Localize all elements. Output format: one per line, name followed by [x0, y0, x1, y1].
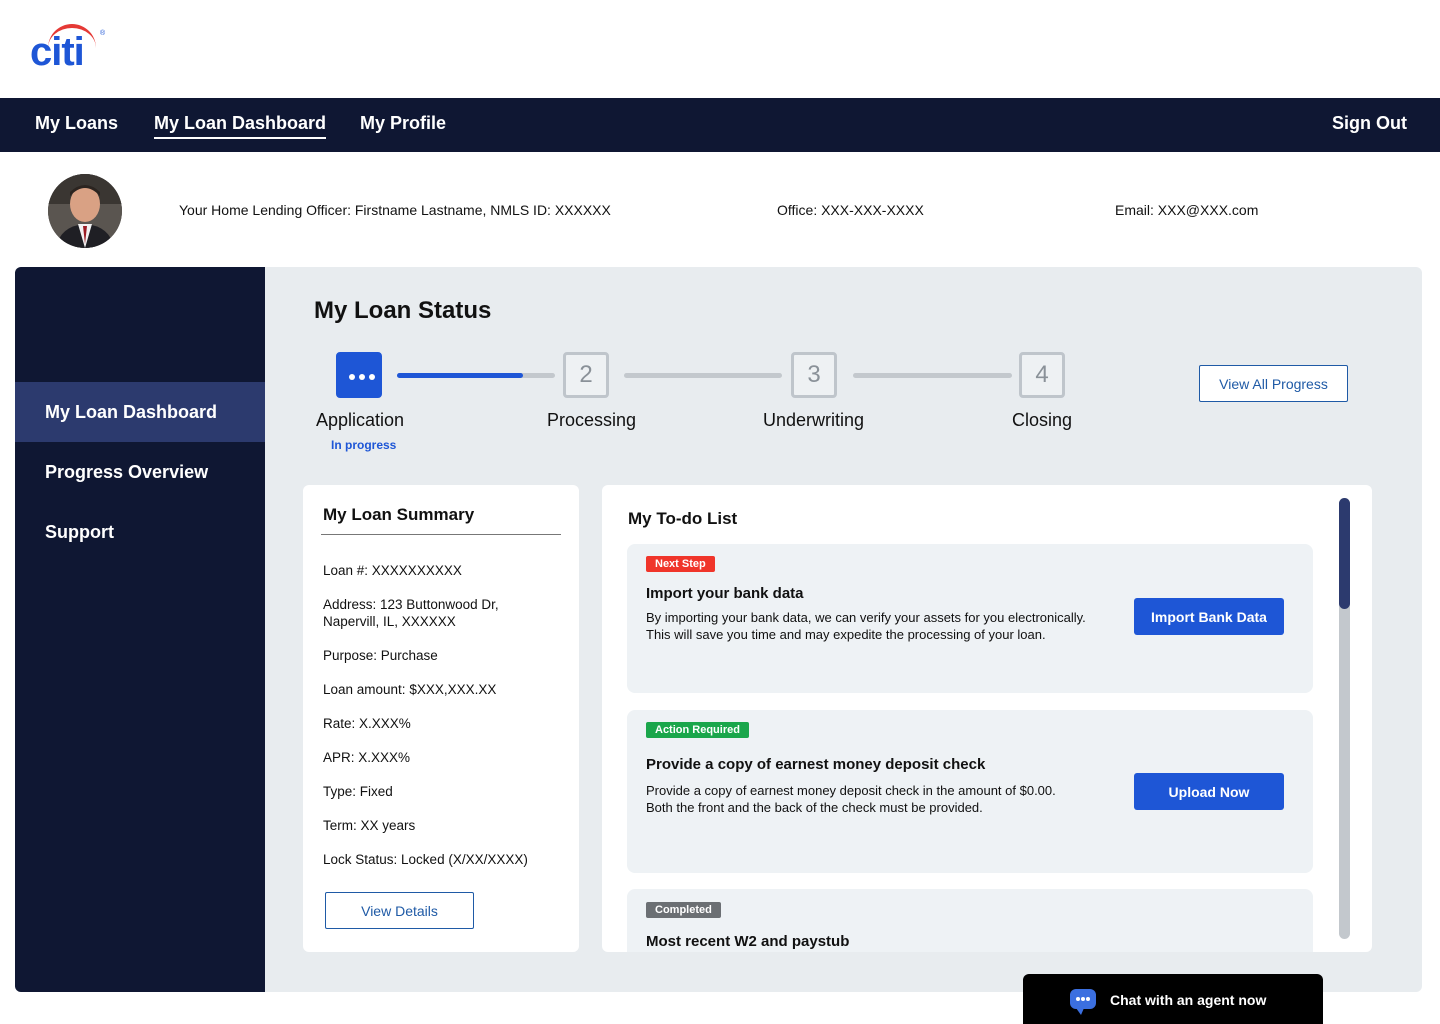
step-application-status: In progress — [331, 438, 397, 452]
task-title: Most recent W2 and paystub — [646, 933, 850, 950]
status-badge: Action Required — [646, 722, 749, 738]
sidebar-item-progress-overview[interactable]: Progress Overview — [15, 442, 265, 502]
citi-logo[interactable]: citi ® — [30, 24, 110, 74]
dashboard-panel: My Loan Dashboard Progress Overview Supp… — [15, 267, 1422, 992]
loan-address: Address: 123 Buttonwood Dr, Napervill, I… — [323, 597, 499, 629]
todo-list-card: My To-do List Next Step Import your bank… — [602, 485, 1372, 952]
nav-my-loans[interactable]: My Loans — [35, 113, 118, 134]
logo-text: citi — [30, 30, 85, 74]
loan-purpose: Purpose: Purchase — [323, 648, 438, 663]
sidebar-item-my-loan-dashboard[interactable]: My Loan Dashboard — [15, 382, 265, 442]
step-processing-box[interactable]: 2 — [563, 352, 609, 398]
step-closing-box[interactable]: 4 — [1019, 352, 1065, 398]
import-bank-data-button[interactable]: Import Bank Data — [1134, 598, 1284, 635]
sidebar: My Loan Dashboard Progress Overview Supp… — [15, 267, 265, 992]
nav-my-profile[interactable]: My Profile — [360, 113, 446, 134]
step-processing-label: Processing — [547, 410, 637, 430]
todo-scrollbar-thumb[interactable] — [1339, 498, 1350, 609]
application-progress-fill — [397, 373, 524, 378]
step-underwriting-box[interactable]: 3 — [791, 352, 837, 398]
todo-task-earnest-money: Action Required Provide a copy of earnes… — [627, 710, 1313, 873]
step-application-label: Application — [316, 410, 405, 430]
todo-task-w2-paystub: Completed Most recent W2 and paystub — [627, 889, 1313, 952]
officer-phone: Office: XXX-XXX-XXXX — [777, 202, 924, 218]
step-application-box[interactable] — [336, 352, 382, 398]
view-details-button[interactable]: View Details — [325, 892, 474, 929]
step-closing-label: Closing — [1012, 410, 1073, 430]
chat-widget[interactable]: Chat with an agent now — [1023, 974, 1323, 1024]
chat-label: Chat with an agent now — [1110, 992, 1267, 1008]
officer-avatar — [48, 174, 122, 248]
loan-summary-card: My Loan Summary Loan #: XXXXXXXXXX Addre… — [303, 485, 579, 952]
logo-registered-mark: ® — [100, 30, 106, 37]
loan-lock-status: Lock Status: Locked (X/XX/XXXX) — [323, 852, 528, 867]
step-underwriting-label: Underwriting — [763, 410, 865, 430]
main-content: My Loan Status 2 3 4 Application In prog… — [265, 267, 1422, 992]
lending-officer-name: Your Home Lending Officer: Firstname Las… — [179, 202, 611, 218]
todo-list-title: My To-do List — [628, 509, 738, 528]
loan-rate: Rate: X.XXX% — [323, 716, 411, 731]
sidebar-item-support[interactable]: Support — [15, 502, 265, 562]
loan-summary-title: My Loan Summary — [323, 505, 475, 524]
status-badge: Completed — [646, 902, 721, 918]
loan-term: Term: XX years — [323, 818, 416, 833]
chat-bubble-icon — [1070, 989, 1096, 1015]
loan-type: Type: Fixed — [323, 784, 393, 799]
todo-scrollbar[interactable] — [1339, 498, 1350, 939]
main-nav: My Loans My Loan Dashboard My Profile Si… — [0, 98, 1440, 152]
task-description: Provide a copy of earnest money deposit … — [646, 783, 1056, 815]
task-title: Import your bank data — [646, 585, 804, 602]
upload-now-button[interactable]: Upload Now — [1134, 773, 1284, 810]
loan-status-title: My Loan Status — [314, 297, 492, 324]
loan-amount: Loan amount: $XXX,XXX.XX — [323, 682, 497, 697]
step-connector-1 — [397, 373, 555, 378]
officer-email: Email: XXX@XXX.com — [1115, 202, 1259, 218]
officer-photo-icon — [48, 174, 122, 248]
todo-task-import-bank: Next Step Import your bank data By impor… — [627, 544, 1313, 693]
loan-apr: APR: X.XXX% — [323, 750, 411, 765]
status-badge: Next Step — [646, 556, 715, 572]
summary-divider — [321, 534, 561, 535]
task-title: Provide a copy of earnest money deposit … — [646, 756, 986, 773]
top-header: citi ® — [0, 0, 1440, 98]
lending-officer-row: Your Home Lending Officer: Firstname Las… — [0, 152, 1440, 267]
view-all-progress-button[interactable]: View All Progress — [1199, 365, 1348, 402]
sign-out-link[interactable]: Sign Out — [1332, 113, 1407, 134]
step-connector-2 — [624, 373, 782, 378]
step-connector-3 — [853, 373, 1012, 378]
task-description: By importing your bank data, we can veri… — [646, 610, 1086, 642]
more-dots-icon — [349, 374, 375, 380]
nav-my-loan-dashboard[interactable]: My Loan Dashboard — [154, 113, 327, 139]
loan-number: Loan #: XXXXXXXXXX — [323, 563, 462, 578]
